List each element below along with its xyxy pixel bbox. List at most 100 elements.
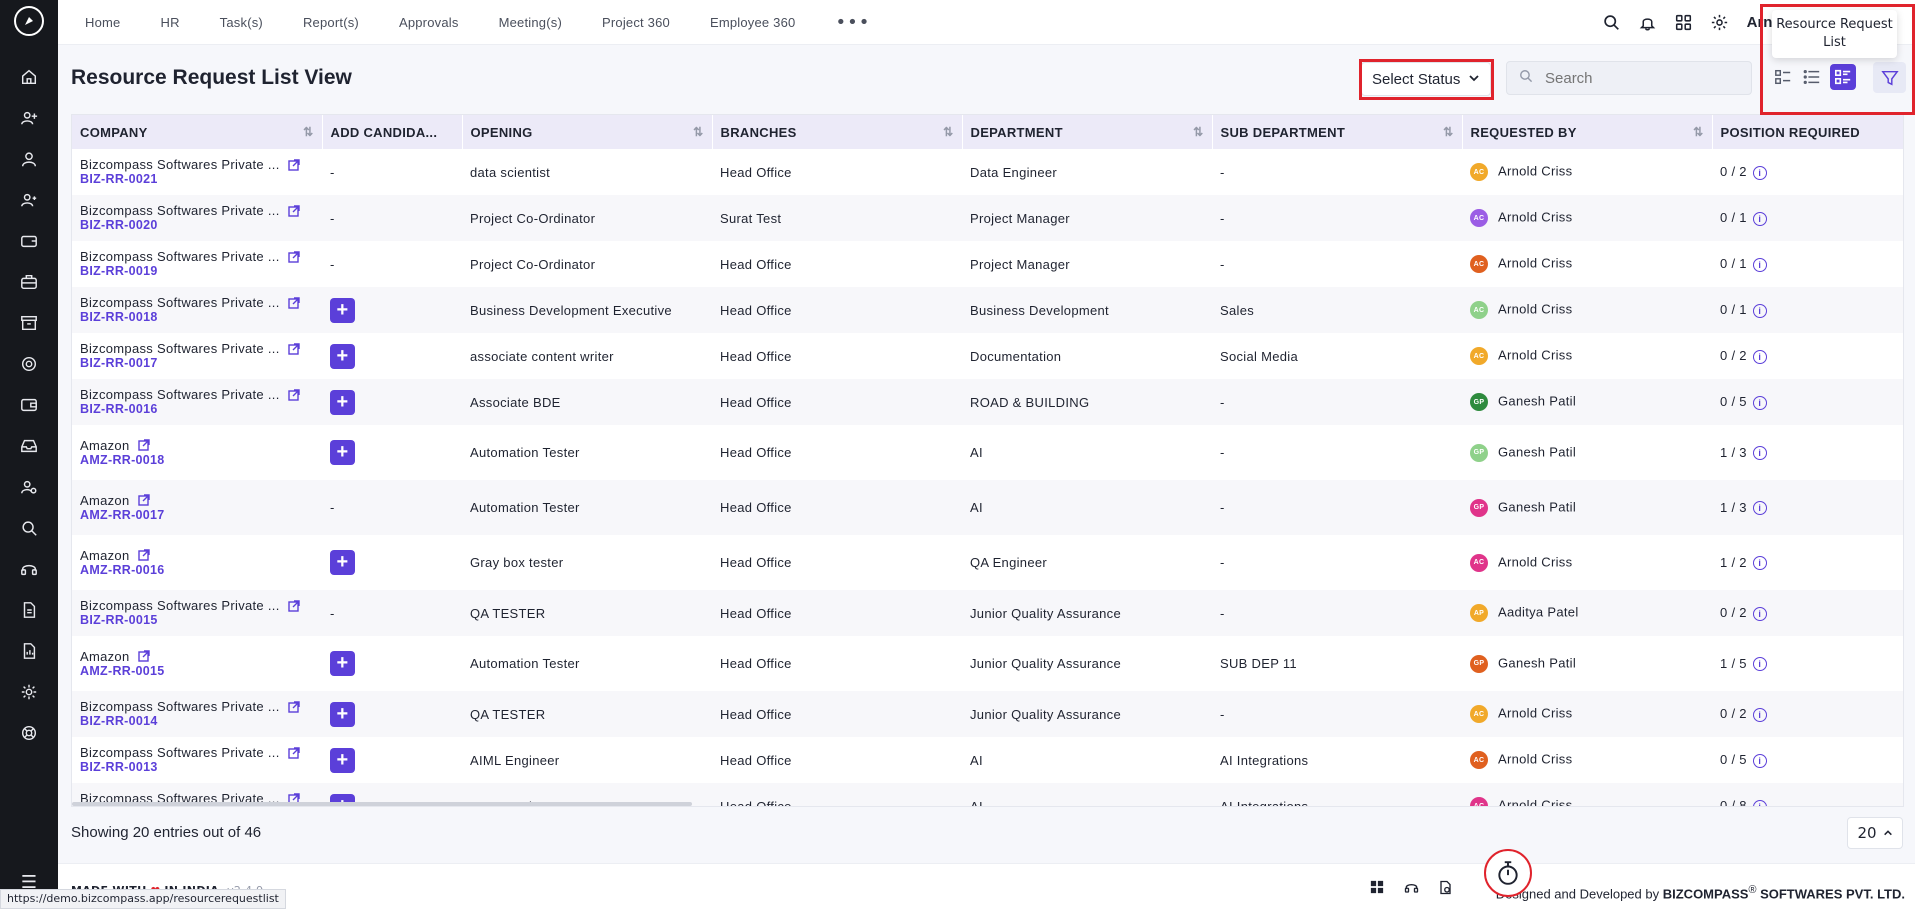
col-branches[interactable]: BRANCHES ⇅ (712, 115, 963, 149)
external-link-icon[interactable] (137, 494, 150, 506)
headset-icon[interactable] (0, 548, 58, 589)
search-user-icon[interactable] (0, 507, 58, 548)
user-settings-icon[interactable] (0, 466, 58, 507)
info-icon[interactable]: i (1752, 395, 1767, 410)
sort-icon[interactable]: ⇅ (693, 125, 703, 139)
col-sub-department[interactable]: SUB DEPARTMENT ⇅ (1212, 115, 1463, 149)
info-icon[interactable]: i (1752, 556, 1767, 571)
table-row[interactable]: Bizcompass Softwares Private ...BIZ-RR-0… (72, 287, 1903, 333)
table-row[interactable]: Amazon AMZ-RR-0016 + Gray box tester Head Of… (72, 535, 1903, 590)
search-input[interactable] (1545, 69, 1735, 87)
horizontal-scrollbar[interactable] (72, 802, 692, 806)
external-link-icon[interactable] (287, 599, 300, 612)
card-icon[interactable] (0, 384, 58, 425)
headset-icon[interactable] (1404, 880, 1420, 896)
info-icon[interactable]: i (1752, 799, 1767, 806)
external-link-icon[interactable] (287, 700, 300, 713)
settings-icon[interactable] (0, 671, 58, 712)
info-icon[interactable]: i (1752, 303, 1767, 318)
report-icon[interactable] (0, 630, 58, 671)
request-id-link[interactable]: BIZ-RR-0019 (80, 264, 314, 279)
info-icon[interactable]: i (1752, 606, 1767, 621)
document-icon[interactable] (0, 589, 58, 630)
nav-approvals[interactable]: Approvals (399, 15, 459, 30)
info-icon[interactable]: i (1752, 446, 1767, 461)
add-candidate-button[interactable]: + (330, 701, 355, 727)
add-candidate-button[interactable]: + (330, 747, 355, 773)
info-icon[interactable]: i (1752, 165, 1767, 180)
table-row[interactable]: Bizcompass Softwares Private ...BIZ-RR-0… (72, 691, 1903, 737)
external-link-icon[interactable] (287, 296, 300, 309)
request-id-link[interactable]: AMZ-RR-0018 (80, 453, 314, 468)
request-id-link[interactable]: BIZ-RR-0012 (80, 806, 314, 807)
table-row[interactable]: Amazon AMZ-RR-0017- Automation Tester Head … (72, 480, 1903, 535)
col-requested-by[interactable]: REQUESTED BY ⇅ (1462, 115, 1713, 149)
table-row[interactable]: Bizcompass Softwares Private ...BIZ-RR-0… (72, 737, 1903, 783)
table-row[interactable]: Bizcompass Softwares Private ...BIZ-RR-0… (72, 241, 1903, 287)
table-row[interactable]: Bizcompass Softwares Private ...BIZ-RR-0… (72, 590, 1903, 636)
gear-icon[interactable] (1711, 14, 1729, 32)
calendar-doc-icon[interactable] (1438, 880, 1454, 896)
col-add-candidate[interactable]: ADD CANDIDA... (322, 115, 463, 149)
nav-employee-360[interactable]: Employee 360 (710, 15, 796, 30)
request-id-link[interactable]: BIZ-RR-0017 (80, 356, 314, 371)
info-icon[interactable]: i (1752, 657, 1767, 672)
table-row[interactable]: Amazon AMZ-RR-0015 + Automation Tester Head … (72, 636, 1903, 691)
external-link-icon[interactable] (287, 204, 300, 217)
request-id-link[interactable]: AMZ-RR-0016 (80, 563, 314, 578)
request-id-link[interactable]: AMZ-RR-0017 (80, 508, 314, 523)
windows-icon[interactable] (1370, 880, 1386, 896)
info-icon[interactable]: i (1752, 753, 1767, 768)
nav-home[interactable]: Home (85, 15, 120, 30)
info-icon[interactable]: i (1752, 501, 1767, 516)
request-id-link[interactable]: BIZ-RR-0015 (80, 613, 314, 628)
table-row[interactable]: Amazon AMZ-RR-0018 + Automation Tester Head … (72, 425, 1903, 480)
info-icon[interactable]: i (1752, 707, 1767, 722)
stopwatch-icon[interactable] (1484, 849, 1532, 897)
nav-tasks[interactable]: Task(s) (220, 15, 263, 30)
more-menu-icon[interactable]: ••• (835, 12, 870, 33)
bell-icon[interactable] (1639, 14, 1657, 32)
add-candidate-button[interactable]: + (330, 440, 355, 465)
request-id-link[interactable]: BIZ-RR-0013 (80, 760, 314, 775)
support-icon[interactable] (0, 343, 58, 384)
external-link-icon[interactable] (137, 650, 150, 662)
request-id-link[interactable]: AMZ-RR-0015 (80, 664, 314, 679)
info-icon[interactable]: i (1752, 349, 1767, 364)
user-icon[interactable] (0, 138, 58, 179)
add-candidate-button[interactable]: + (330, 651, 355, 676)
external-link-icon[interactable] (287, 158, 300, 171)
request-id-link[interactable]: BIZ-RR-0016 (80, 402, 314, 417)
table-row[interactable]: Bizcompass Softwares Private ...BIZ-RR-0… (72, 195, 1903, 241)
logo-icon[interactable] (14, 6, 44, 36)
sort-icon[interactable]: ⇅ (1193, 125, 1203, 139)
nav-project-360[interactable]: Project 360 (602, 15, 670, 30)
external-link-icon[interactable] (137, 549, 150, 561)
add-candidate-button[interactable]: + (330, 343, 355, 369)
add-user-icon[interactable] (0, 97, 58, 138)
wallet-icon[interactable] (0, 220, 58, 261)
sort-icon[interactable]: ⇅ (1443, 125, 1453, 139)
nav-meetings[interactable]: Meeting(s) (499, 15, 562, 30)
table-row[interactable]: Bizcompass Softwares Private ...BIZ-RR-0… (72, 379, 1903, 425)
external-link-icon[interactable] (287, 342, 300, 355)
archive-icon[interactable] (0, 302, 58, 343)
add-candidate-button[interactable]: + (330, 550, 355, 575)
col-position-required[interactable]: POSITION REQUIRED (1712, 115, 1903, 149)
search-icon[interactable] (1603, 14, 1621, 32)
add-candidate-button[interactable]: + (330, 297, 355, 323)
sort-icon[interactable]: ⇅ (303, 125, 313, 139)
sort-icon[interactable]: ⇅ (1693, 125, 1703, 139)
request-id-link[interactable]: BIZ-RR-0021 (80, 172, 314, 187)
col-opening[interactable]: OPENING ⇅ (462, 115, 713, 149)
inbox-icon[interactable] (0, 425, 58, 466)
info-icon[interactable]: i (1752, 257, 1767, 272)
home-icon[interactable] (0, 56, 58, 97)
user-plus-icon[interactable] (0, 179, 58, 220)
add-candidate-button[interactable]: + (330, 389, 355, 415)
info-icon[interactable]: i (1752, 211, 1767, 226)
page-size-select[interactable]: 20 (1847, 817, 1903, 849)
table-row[interactable]: Bizcompass Softwares Private ...BIZ-RR-0… (72, 333, 1903, 379)
col-department[interactable]: DEPARTMENT ⇅ (962, 115, 1213, 149)
table-row[interactable]: Bizcompass Softwares Private ...BIZ-RR-0… (72, 149, 1903, 195)
